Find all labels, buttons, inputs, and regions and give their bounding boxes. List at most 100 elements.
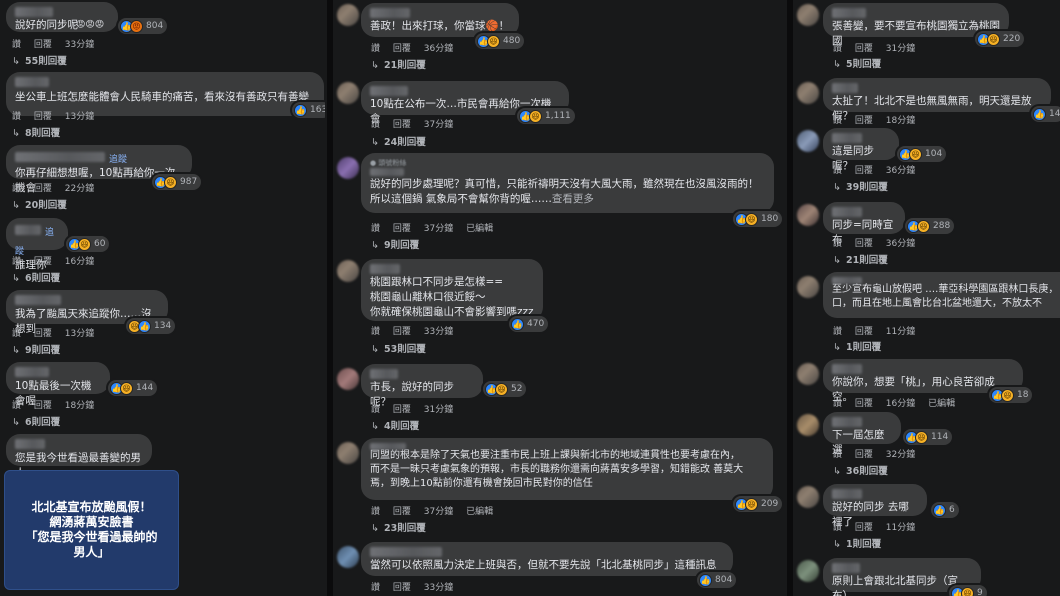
reply-link[interactable]: 回覆 bbox=[855, 166, 873, 176]
view-replies-link[interactable]: ↳ 39則回覆 bbox=[833, 179, 888, 193]
avatar[interactable] bbox=[337, 546, 359, 568]
commenter-name[interactable] bbox=[370, 547, 442, 557]
commenter-name[interactable] bbox=[370, 168, 404, 176]
reaction-summary[interactable]: 👍 😆 288 bbox=[905, 218, 955, 234]
commenter-name[interactable] bbox=[15, 7, 53, 17]
view-replies-link[interactable]: ↳ 4則回覆 bbox=[371, 418, 419, 432]
comment-time[interactable]: 36分鐘 bbox=[886, 166, 915, 176]
comment-time[interactable]: 31分鐘 bbox=[424, 405, 453, 415]
reply-link[interactable]: 回覆 bbox=[393, 224, 411, 234]
commenter-name[interactable] bbox=[15, 225, 41, 235]
comment-time[interactable]: 11分鐘 bbox=[886, 327, 915, 337]
view-replies-link[interactable]: ↳ 36則回覆 bbox=[833, 463, 888, 477]
reaction-summary[interactable]: 👍 😆 60 bbox=[66, 236, 110, 252]
view-replies-link[interactable]: ↳ 55則回覆 bbox=[12, 53, 67, 67]
like-link[interactable]: 讚 bbox=[833, 327, 842, 337]
reaction-summary[interactable]: 👍 😆 1,111 bbox=[517, 108, 575, 124]
commenter-name[interactable] bbox=[832, 417, 862, 427]
reaction-summary[interactable]: 👍 😆 987 bbox=[152, 174, 202, 190]
comment-time[interactable]: 11分鐘 bbox=[886, 523, 915, 533]
comment-time[interactable]: 36分鐘 bbox=[886, 239, 915, 249]
avatar[interactable] bbox=[797, 82, 819, 104]
like-link[interactable]: 讚 bbox=[371, 327, 380, 337]
reaction-summary[interactable]: 👍 😆 220 bbox=[975, 31, 1025, 47]
reaction-summary[interactable]: 👍 😆 104 bbox=[897, 146, 947, 162]
avatar[interactable] bbox=[797, 414, 819, 436]
view-replies-link[interactable]: ↳ 9則回覆 bbox=[371, 237, 419, 251]
avatar[interactable] bbox=[797, 130, 819, 152]
like-link[interactable]: 讚 bbox=[371, 224, 380, 234]
like-link[interactable]: 讚 bbox=[12, 184, 21, 194]
view-replies-link[interactable]: ↳ 20則回覆 bbox=[12, 197, 67, 211]
reply-link[interactable]: 回覆 bbox=[855, 44, 873, 54]
commenter-name[interactable] bbox=[832, 489, 862, 499]
like-link[interactable]: 讚 bbox=[833, 239, 842, 249]
reaction-summary[interactable]: 👍 😆 209 bbox=[733, 496, 783, 512]
comment-time[interactable]: 37分鐘 bbox=[424, 224, 453, 234]
reaction-summary[interactable]: 😆 👍 134 bbox=[126, 318, 176, 334]
reaction-summary[interactable]: 👍 163 bbox=[292, 102, 325, 118]
reply-link[interactable]: 回覆 bbox=[393, 507, 411, 517]
avatar[interactable] bbox=[337, 260, 359, 282]
reaction-summary[interactable]: 👍 😡 804 bbox=[118, 18, 168, 34]
comment-time[interactable]: 31分鐘 bbox=[886, 44, 915, 54]
commenter-name[interactable] bbox=[832, 277, 862, 284]
comment-time[interactable]: 33分鐘 bbox=[65, 40, 94, 50]
commenter-name[interactable] bbox=[370, 443, 406, 450]
view-replies-link[interactable]: ↳ 5則回覆 bbox=[833, 56, 881, 70]
comment-time[interactable]: 13分鐘 bbox=[65, 112, 94, 122]
like-link[interactable]: 讚 bbox=[371, 120, 380, 130]
like-link[interactable]: 讚 bbox=[12, 112, 21, 122]
reply-link[interactable]: 回覆 bbox=[855, 399, 873, 409]
follow-tag[interactable]: 追蹤 bbox=[109, 155, 127, 165]
reply-link[interactable]: 回覆 bbox=[393, 583, 411, 593]
reply-link[interactable]: 回覆 bbox=[34, 401, 52, 411]
comment-time[interactable]: 37分鐘 bbox=[424, 507, 453, 517]
view-replies-link[interactable]: ↳ 1則回覆 bbox=[833, 536, 881, 550]
like-link[interactable]: 讚 bbox=[833, 166, 842, 176]
like-link[interactable]: 讚 bbox=[12, 257, 21, 267]
reply-link[interactable]: 回覆 bbox=[393, 327, 411, 337]
comment-time[interactable]: 16分鐘 bbox=[65, 257, 94, 267]
comment-time[interactable]: 33分鐘 bbox=[424, 583, 453, 593]
commenter-name[interactable] bbox=[15, 152, 105, 162]
reaction-summary[interactable]: 👍 6 bbox=[931, 502, 959, 518]
reply-link[interactable]: 回覆 bbox=[393, 405, 411, 415]
like-link[interactable]: 讚 bbox=[371, 44, 380, 54]
reaction-summary[interactable]: 👍 470 bbox=[509, 316, 549, 332]
like-link[interactable]: 讚 bbox=[371, 583, 380, 593]
comment-time[interactable]: 22分鐘 bbox=[65, 184, 94, 194]
comment-time[interactable]: 36分鐘 bbox=[424, 44, 453, 54]
reply-link[interactable]: 回覆 bbox=[855, 327, 873, 337]
like-link[interactable]: 讚 bbox=[12, 40, 21, 50]
avatar[interactable] bbox=[797, 276, 819, 298]
reaction-summary[interactable]: 👍 😆 114 bbox=[903, 429, 953, 445]
reaction-summary[interactable]: 👍 😆 480 bbox=[475, 33, 525, 49]
see-more-link[interactable]: 查看更多 bbox=[552, 193, 594, 205]
reply-link[interactable]: 回覆 bbox=[34, 112, 52, 122]
commenter-name[interactable] bbox=[15, 295, 61, 305]
view-replies-link[interactable]: ↳ 6則回覆 bbox=[12, 270, 60, 284]
commenter-name[interactable] bbox=[15, 77, 49, 87]
view-replies-link[interactable]: ↳ 6則回覆 bbox=[12, 414, 60, 428]
commenter-name[interactable] bbox=[370, 8, 410, 18]
commenter-name[interactable] bbox=[832, 207, 862, 217]
avatar[interactable] bbox=[797, 486, 819, 508]
view-replies-link[interactable]: ↳ 24則回覆 bbox=[371, 134, 426, 148]
avatar[interactable] bbox=[797, 204, 819, 226]
comment-time[interactable]: 32分鐘 bbox=[886, 450, 915, 460]
commenter-name[interactable] bbox=[15, 367, 49, 377]
avatar[interactable] bbox=[337, 82, 359, 104]
commenter-name[interactable] bbox=[370, 86, 408, 96]
view-replies-link[interactable]: ↳ 8則回覆 bbox=[12, 125, 60, 139]
commenter-name[interactable] bbox=[832, 133, 862, 143]
commenter-name[interactable] bbox=[370, 369, 398, 379]
like-link[interactable]: 讚 bbox=[12, 401, 21, 411]
like-link[interactable]: 讚 bbox=[12, 329, 21, 339]
commenter-name[interactable] bbox=[832, 83, 858, 93]
reaction-summary[interactable]: 👍 😆 9 bbox=[949, 585, 987, 596]
commenter-name[interactable] bbox=[370, 264, 400, 274]
reaction-summary[interactable]: 👍 804 bbox=[697, 572, 737, 588]
reply-link[interactable]: 回覆 bbox=[34, 184, 52, 194]
avatar[interactable] bbox=[337, 442, 359, 464]
